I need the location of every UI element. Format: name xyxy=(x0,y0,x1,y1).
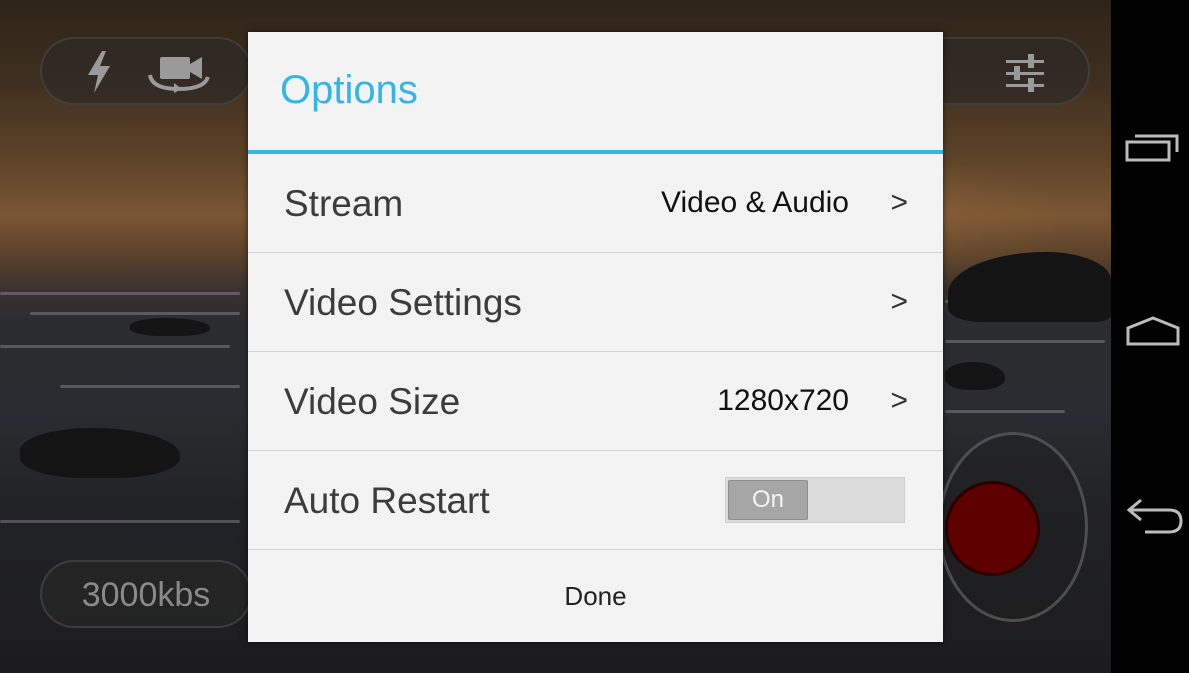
toggle-thumb: On xyxy=(728,480,808,520)
option-label: Stream xyxy=(284,183,404,224)
navigation-bar xyxy=(1111,0,1189,673)
chevron-right-icon: > xyxy=(890,285,908,318)
back-icon[interactable] xyxy=(1125,496,1185,541)
option-label: Video Size xyxy=(284,381,461,422)
chevron-right-icon: > xyxy=(890,186,908,219)
option-row-stream[interactable]: Stream Video & Audio > xyxy=(248,154,943,253)
chevron-right-icon: > xyxy=(890,384,908,417)
option-row-auto-restart: Auto Restart On xyxy=(248,451,943,550)
options-dialog: Options Stream Video & Audio > Video Set… xyxy=(248,32,943,642)
option-row-video-settings[interactable]: Video Settings > xyxy=(248,253,943,352)
option-label: Auto Restart xyxy=(284,480,490,521)
option-label: Video Settings xyxy=(284,282,522,323)
option-value: Video & Audio xyxy=(661,186,849,219)
auto-restart-toggle[interactable]: On xyxy=(725,477,905,523)
sliders-icon[interactable] xyxy=(1004,53,1046,98)
recent-apps-icon[interactable] xyxy=(1125,130,1181,169)
camera-controls-pill xyxy=(40,37,252,105)
dialog-title: Options xyxy=(280,68,418,112)
flash-icon[interactable] xyxy=(86,51,112,98)
bitrate-indicator: 3000kbs xyxy=(40,560,252,628)
option-value: 1280x720 xyxy=(717,384,849,417)
option-row-video-size[interactable]: Video Size 1280x720 > xyxy=(248,352,943,451)
done-button[interactable]: Done xyxy=(248,549,943,642)
record-button[interactable] xyxy=(945,481,1040,576)
home-icon[interactable] xyxy=(1125,314,1181,353)
bitrate-text: 3000kbs xyxy=(81,576,211,614)
switch-camera-icon[interactable] xyxy=(146,53,212,98)
